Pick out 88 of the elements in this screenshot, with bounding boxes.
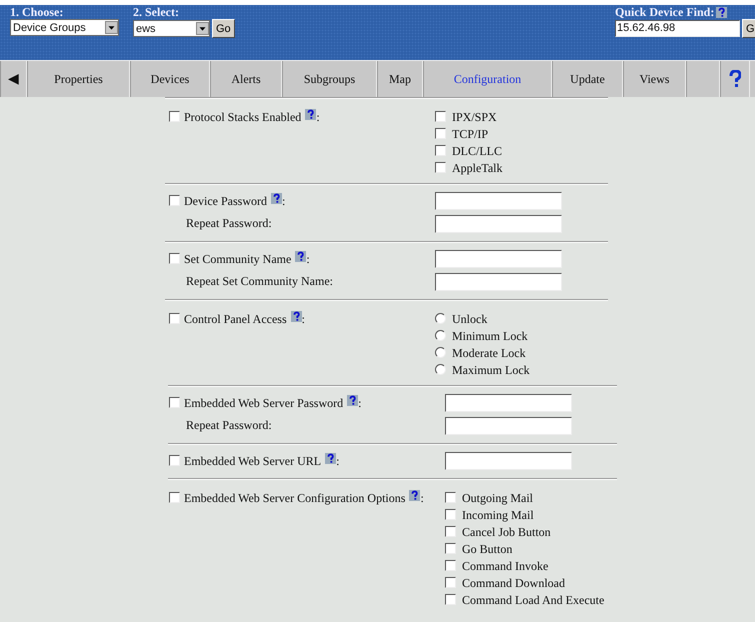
input-field[interactable]: [445, 394, 572, 412]
field-label: Repeat Password:: [185, 418, 272, 433]
colon-label: :: [316, 109, 320, 125]
checkbox[interactable]: [169, 111, 180, 122]
help-icon[interactable]: [325, 452, 336, 464]
colon-label: :: [306, 250, 310, 266]
radio-button[interactable]: [435, 313, 446, 324]
colon-label: :: [358, 394, 362, 410]
select-label: 2. Select:: [133, 5, 180, 19]
setting-label: Protocol Stacks Enabled: [184, 109, 302, 125]
checkbox[interactable]: [169, 194, 180, 206]
select-dropdown[interactable]: ews: [133, 20, 210, 37]
input-field[interactable]: [435, 214, 562, 232]
option-label: AppleTalk: [452, 160, 502, 177]
setting-label: Set Community Name: [184, 250, 292, 266]
choose-dropdown[interactable]: Device Groups: [10, 19, 119, 36]
radio-button[interactable]: [435, 347, 446, 358]
input-field[interactable]: [445, 452, 572, 470]
back-tab[interactable]: ◀: [0, 61, 27, 97]
option-label: Go Button: [462, 541, 512, 558]
option-label: Incoming Mail: [462, 507, 534, 524]
nav-tab[interactable]: Properties: [27, 61, 130, 97]
checkbox[interactable]: [169, 492, 180, 503]
colon-label: :: [420, 490, 424, 506]
nav-tab[interactable]: Views: [623, 61, 686, 97]
choose-label: 1. Choose:: [10, 5, 64, 19]
field-label: Repeat Password:: [185, 216, 272, 231]
colon-label: :: [302, 311, 305, 327]
help-icon[interactable]: [305, 109, 316, 120]
input-field[interactable]: [445, 416, 572, 434]
checkbox[interactable]: [435, 111, 446, 122]
option-label: Command Invoke: [462, 558, 548, 575]
input-field[interactable]: [435, 250, 562, 268]
option-label: Command Download: [462, 575, 565, 592]
checkbox[interactable]: [445, 560, 456, 571]
find-go-button[interactable]: G: [742, 19, 755, 38]
checkbox[interactable]: [435, 145, 446, 156]
checkbox[interactable]: [445, 526, 456, 537]
colon-label: :: [336, 452, 340, 468]
nav-tab[interactable]: Map: [377, 61, 423, 97]
radio-button[interactable]: [435, 364, 446, 375]
option-label: Minimum Lock: [452, 328, 528, 345]
colon-label: :: [282, 192, 286, 208]
option-label: Command Load And Execute: [462, 592, 604, 609]
checkbox[interactable]: [169, 396, 180, 408]
nav-tab[interactable]: Devices: [130, 61, 210, 97]
nav-tab[interactable]: Subgroups: [282, 61, 377, 97]
setting-label: Control Panel Access: [184, 311, 287, 327]
help-icon: [729, 70, 741, 88]
help-icon[interactable]: [347, 394, 358, 406]
nav-tab[interactable]: Update: [552, 61, 623, 97]
input-field[interactable]: [435, 192, 562, 210]
nav-tab[interactable]: Configuration: [423, 61, 552, 97]
checkbox[interactable]: [445, 492, 456, 503]
radio-button[interactable]: [435, 330, 446, 341]
setting-label: Device Password: [184, 192, 267, 208]
help-icon[interactable]: [270, 192, 282, 204]
checkbox[interactable]: [169, 454, 180, 466]
checkbox[interactable]: [435, 128, 446, 139]
setting-label: Embedded Web Server Password: [184, 394, 344, 410]
option-label: Unlock: [452, 311, 488, 328]
option-label: TCP/IP: [452, 126, 488, 143]
checkbox[interactable]: [445, 543, 456, 554]
help-icon[interactable]: [295, 250, 306, 262]
input-field[interactable]: [435, 272, 562, 290]
help-icon[interactable]: [290, 311, 302, 322]
help-icon[interactable]: [409, 490, 420, 501]
checkbox[interactable]: [445, 594, 456, 605]
option-label: Outgoing Mail: [462, 490, 533, 507]
quick-find-label: Quick Device Find:: [615, 5, 714, 19]
checkbox[interactable]: [169, 313, 180, 324]
setting-label: Embedded Web Server Configuration Options: [184, 490, 406, 506]
checkbox[interactable]: [435, 162, 446, 173]
option-label: IPX/SPX: [452, 109, 497, 126]
option-label: DLC/LLC: [452, 143, 502, 160]
nav-tab[interactable]: Alerts: [210, 61, 282, 97]
checkbox[interactable]: [445, 509, 456, 520]
checkbox[interactable]: [169, 252, 180, 264]
option-label: Cancel Job Button: [462, 524, 551, 541]
setting-label: Embedded Web Server URL: [184, 452, 322, 468]
help-icon[interactable]: [716, 6, 728, 18]
quick-find-field[interactable]: 15.62.46.98: [615, 20, 740, 37]
field-label: Repeat Set Community Name:: [185, 274, 333, 289]
option-label: Moderate Lock: [452, 345, 526, 362]
go-button[interactable]: Go: [212, 19, 235, 38]
checkbox[interactable]: [445, 577, 456, 588]
option-label: Maximum Lock: [452, 362, 530, 379]
help-tab[interactable]: [720, 61, 750, 97]
